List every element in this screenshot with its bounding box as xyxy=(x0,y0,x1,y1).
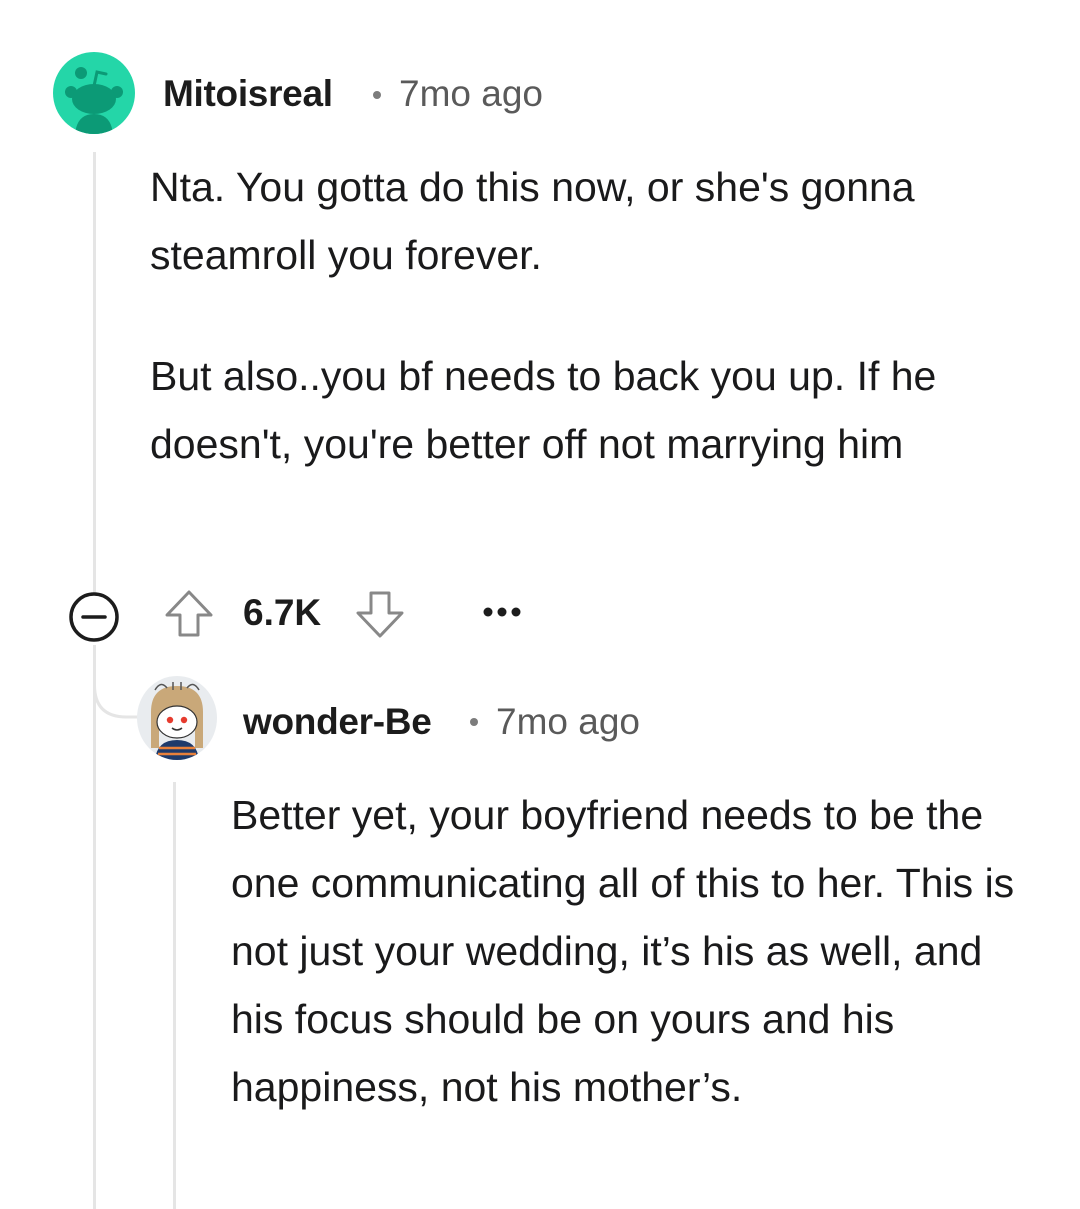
reply-body: Better yet, your boyfriend needs to be t… xyxy=(231,792,1015,1110)
comment-paragraph-2: But also..you bf needs to back you up. I… xyxy=(150,353,937,467)
reply-separator-dot xyxy=(470,718,478,726)
thread-line-reply[interactable] xyxy=(173,782,176,1209)
comment-paragraph-1: Nta. You gotta do this now, or she's gon… xyxy=(150,164,915,278)
thread-line-main[interactable] xyxy=(93,152,96,594)
reply-timestamp: 7mo ago xyxy=(496,701,640,742)
more-options-icon[interactable] xyxy=(482,604,522,620)
collapse-minus-icon[interactable] xyxy=(67,590,121,644)
downvote-arrow-icon[interactable] xyxy=(354,588,406,640)
comment-username[interactable]: Mitoisreal xyxy=(163,73,333,115)
user-avatar[interactable] xyxy=(53,52,135,134)
upvote-arrow-icon[interactable] xyxy=(163,588,215,640)
snoo-avatar-icon xyxy=(65,67,123,134)
comment-body: Nta. You gotta do this now, or she's gon… xyxy=(150,153,1030,478)
thread-line-main-lower[interactable] xyxy=(93,645,96,1209)
reply-user-avatar[interactable] xyxy=(137,676,217,760)
comment-timestamp: 7mo ago xyxy=(399,73,543,114)
separator-dot xyxy=(373,91,381,99)
reply-username[interactable]: wonder-Be xyxy=(243,701,432,743)
vote-count: 6.7K xyxy=(243,592,322,633)
custom-snoo-avatar-icon xyxy=(151,682,203,760)
